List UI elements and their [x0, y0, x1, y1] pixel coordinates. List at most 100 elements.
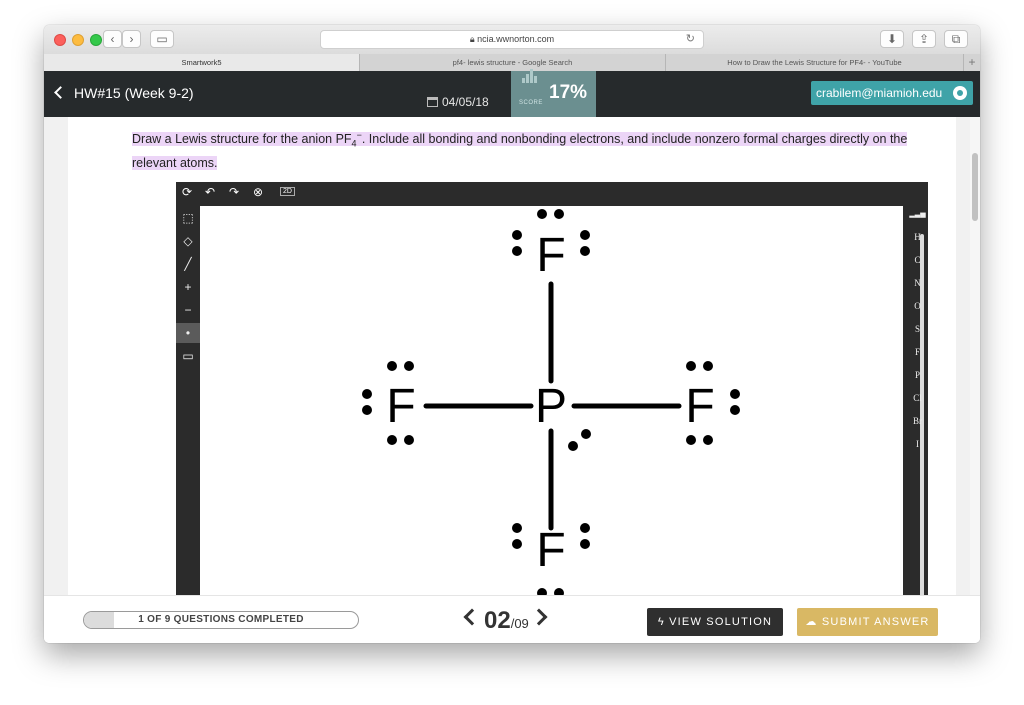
tab-label: Smartwork5	[181, 58, 222, 67]
maximize-window-icon[interactable]	[90, 34, 102, 46]
total-questions: /09	[510, 616, 529, 631]
question-text-start: Draw a Lewis structure for the anion PF	[132, 132, 352, 147]
2d-icon[interactable]: 2D	[280, 187, 295, 196]
score-value: 17%	[549, 82, 588, 103]
electron-dot	[580, 230, 590, 240]
positive-charge-icon[interactable]: +	[176, 277, 200, 297]
electron-dot	[512, 523, 522, 533]
electron-dot	[686, 435, 696, 445]
zoom-reset-icon[interactable]: ⊗	[253, 185, 263, 199]
electron-dot	[512, 230, 522, 240]
atom-button-p[interactable]: P	[907, 370, 928, 380]
user-email: crabilem@miamioh.edu	[816, 86, 943, 100]
atom-button-f[interactable]: F	[907, 347, 928, 357]
calendar-icon	[427, 97, 438, 107]
tab-bar: Smartwork5 pf4- lewis structure - Google…	[44, 54, 980, 72]
progress-text: 1 OF 9 QUESTIONS COMPLETED	[138, 614, 304, 625]
atom-button-n[interactable]: N	[907, 278, 928, 288]
atom-button-c[interactable]: C	[907, 255, 928, 265]
address-bar[interactable]: 🔒︎ ncia.wwnorton.com ↻	[320, 30, 704, 49]
app-header: HW#15 (Week 9-2) 04/05/18 SCORE 17% crab…	[44, 69, 980, 117]
share-icon[interactable]: ⇪	[912, 30, 936, 48]
rectangle-icon[interactable]: ▭	[176, 346, 200, 366]
electron-dot	[537, 209, 547, 219]
title-bar: ‹ › ▭ 🔒︎ ncia.wwnorton.com ↻ ⬇ ⇪ ⧉	[44, 25, 980, 55]
atom-f-left: F	[386, 380, 415, 433]
select-icon[interactable]: ⬚	[176, 208, 200, 228]
structure-editor: ⟳ ↶ ↷ ⊗ 2D ⬚ ◇ ╱ + − • ▭ F P F F F ▂▃▅ H…	[176, 182, 928, 614]
undo-icon[interactable]: ↶	[205, 185, 215, 199]
electron-dot	[362, 405, 372, 415]
back-to-assignment-button[interactable]: HW#15 (Week 9-2)	[54, 85, 194, 101]
question-panel: Draw a Lewis structure for the anion PF4…	[68, 117, 956, 643]
chevron-left-icon	[54, 86, 67, 99]
electron-dot	[568, 441, 578, 451]
tab-smartwork[interactable]: Smartwork5	[44, 54, 360, 71]
atom-button-s[interactable]: S	[907, 324, 928, 334]
score-panel[interactable]: SCORE 17%	[511, 69, 596, 117]
electron-dot	[703, 435, 713, 445]
electron-dot	[580, 246, 590, 256]
download-icon[interactable]: ⬇	[880, 30, 904, 48]
electron-dot	[404, 361, 414, 371]
drawing-canvas[interactable]: F P F F F	[200, 206, 924, 614]
prev-question-icon[interactable]	[463, 608, 481, 626]
score-label: SCORE	[519, 100, 543, 106]
minimize-window-icon[interactable]	[72, 34, 84, 46]
browser-window: ‹ › ▭ 🔒︎ ncia.wwnorton.com ↻ ⬇ ⇪ ⧉ Smart…	[44, 25, 980, 643]
progress-fill	[84, 612, 115, 628]
2d-label: 2D	[283, 188, 292, 195]
atom-button-h[interactable]: H	[907, 232, 928, 242]
back-nav-icon[interactable]: ‹	[103, 30, 122, 48]
electron-dot	[581, 429, 591, 439]
editor-top-toolbar: ⟳ ↶ ↷ ⊗ 2D	[176, 182, 928, 206]
electron-dot	[404, 435, 414, 445]
electron-dot	[512, 246, 522, 256]
next-question-icon[interactable]	[530, 608, 548, 626]
redo-icon[interactable]: ↷	[229, 185, 239, 199]
forward-nav-icon[interactable]: ›	[122, 30, 141, 48]
scrollbar-thumb[interactable]	[972, 153, 978, 221]
tabs-overview-icon[interactable]: ⧉	[944, 30, 968, 48]
periodic-table-icon[interactable]: ▂▃▅	[907, 210, 928, 218]
eraser-icon[interactable]: ◇	[176, 231, 200, 251]
tab-youtube[interactable]: How to Draw the Lewis Structure for PF4-…	[666, 54, 964, 71]
atom-p-center: P	[535, 380, 567, 433]
due-date-text: 04/05/18	[442, 95, 489, 109]
electron-dot	[580, 539, 590, 549]
due-date: 04/05/18	[427, 95, 489, 109]
sidebar-toggle-icon[interactable]: ▭	[150, 30, 174, 48]
atom-button-cl[interactable]: Cl	[907, 393, 928, 403]
bond-icon[interactable]: ╱	[176, 254, 200, 274]
cloud-upload-icon: ☁	[805, 616, 818, 628]
gear-icon[interactable]	[953, 86, 967, 100]
negative-charge-icon[interactable]: −	[176, 300, 200, 320]
close-window-icon[interactable]	[54, 34, 66, 46]
rotate-icon[interactable]: ⟳	[182, 185, 192, 199]
electron-dot	[703, 361, 713, 371]
atom-button-o[interactable]: O	[907, 301, 928, 311]
assignment-title: HW#15 (Week 9-2)	[74, 85, 194, 101]
tab-label: How to Draw the Lewis Structure for PF4-…	[727, 58, 902, 67]
page-scrollbar[interactable]	[970, 117, 980, 643]
new-tab-icon[interactable]: +	[964, 54, 980, 71]
bolt-icon: ϟ	[657, 616, 665, 628]
user-menu-button[interactable]: crabilem@miamioh.edu	[811, 81, 973, 105]
questions-progress: 1 OF 9 QUESTIONS COMPLETED	[83, 611, 359, 629]
electron-dot	[387, 435, 397, 445]
submit-answer-button[interactable]: ☁ SUBMIT ANSWER	[797, 608, 938, 636]
electron-dot	[387, 361, 397, 371]
view-solution-button[interactable]: ϟ VIEW SOLUTION	[647, 608, 783, 636]
question-subscript: 4	[351, 138, 357, 149]
atom-button-i[interactable]: I	[907, 439, 928, 449]
lock-icon: 🔒︎	[469, 34, 475, 44]
electron-dot-icon[interactable]: •	[176, 323, 200, 343]
view-solution-label: VIEW SOLUTION	[669, 616, 773, 628]
atom-f-bottom: F	[536, 524, 565, 577]
question-text: Draw a Lewis structure for the anion PF4…	[132, 126, 908, 173]
atom-f-right: F	[685, 380, 714, 433]
tab-label: pf4- lewis structure - Google Search	[452, 58, 573, 67]
reload-icon[interactable]: ↻	[686, 31, 695, 48]
atom-button-br[interactable]: Br	[907, 416, 928, 426]
tab-google-search[interactable]: pf4- lewis structure - Google Search	[360, 54, 666, 71]
